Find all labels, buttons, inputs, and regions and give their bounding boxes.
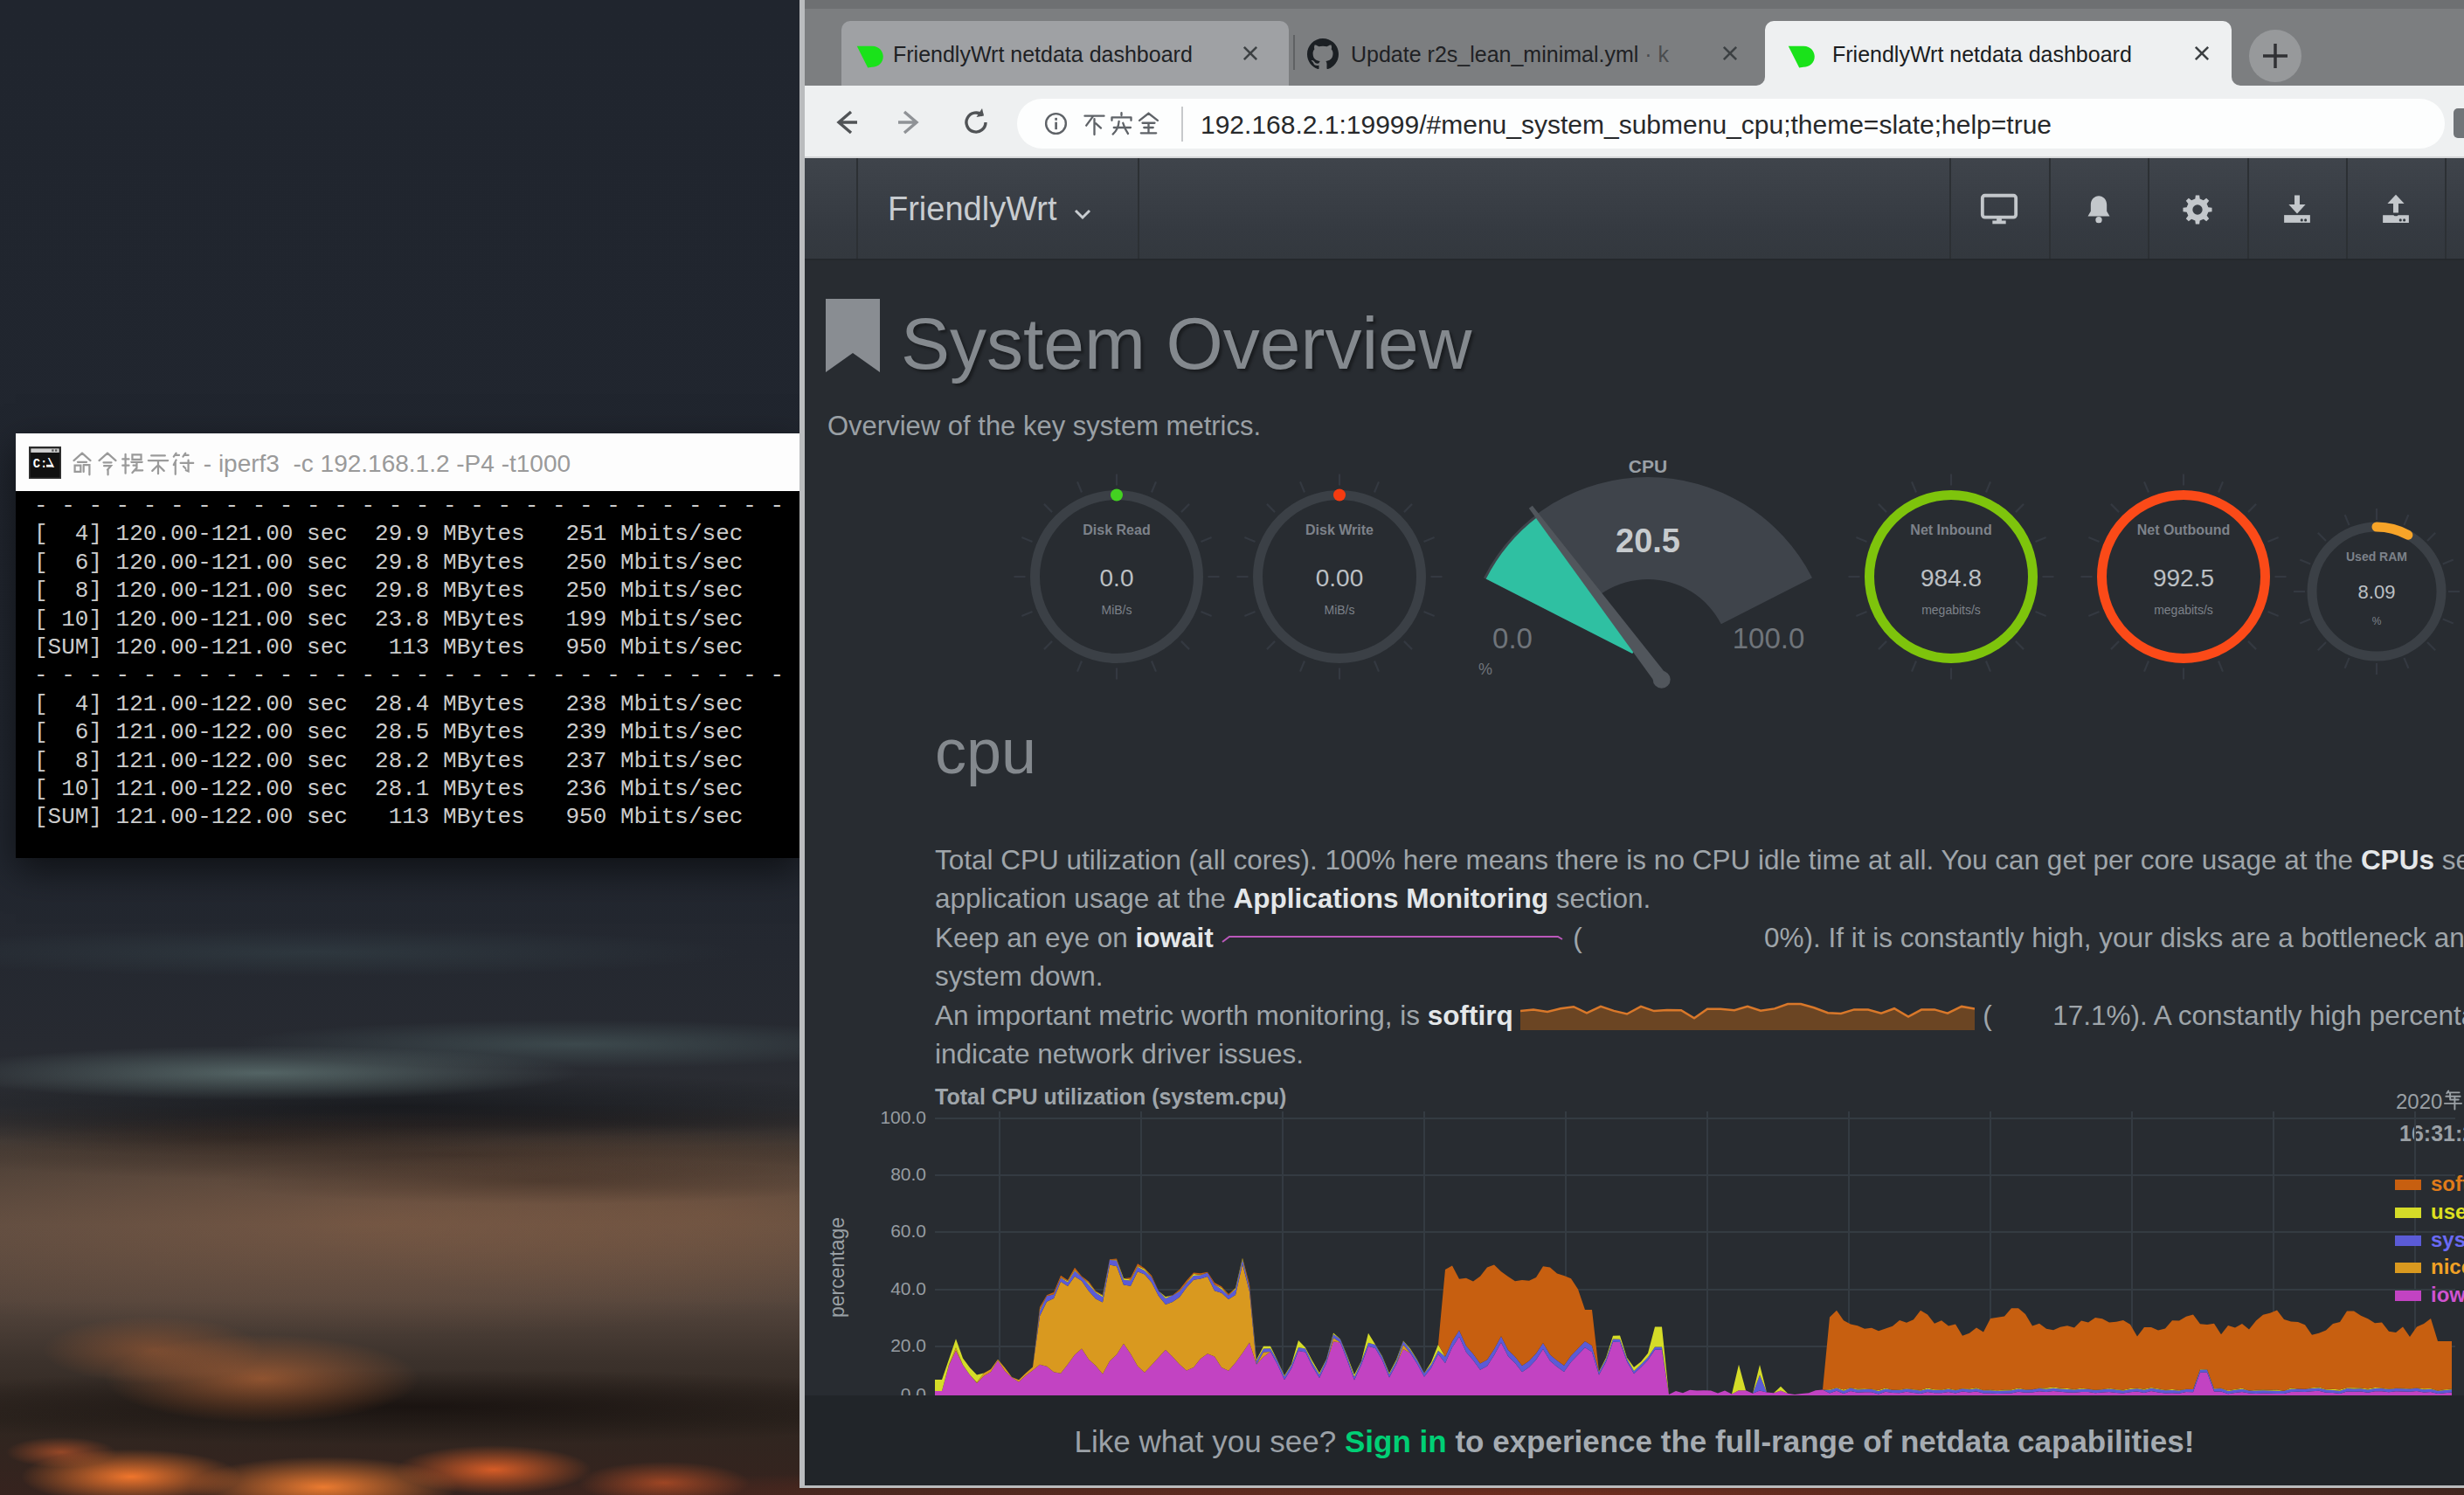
svg-text:C:\: C:\	[33, 457, 55, 471]
